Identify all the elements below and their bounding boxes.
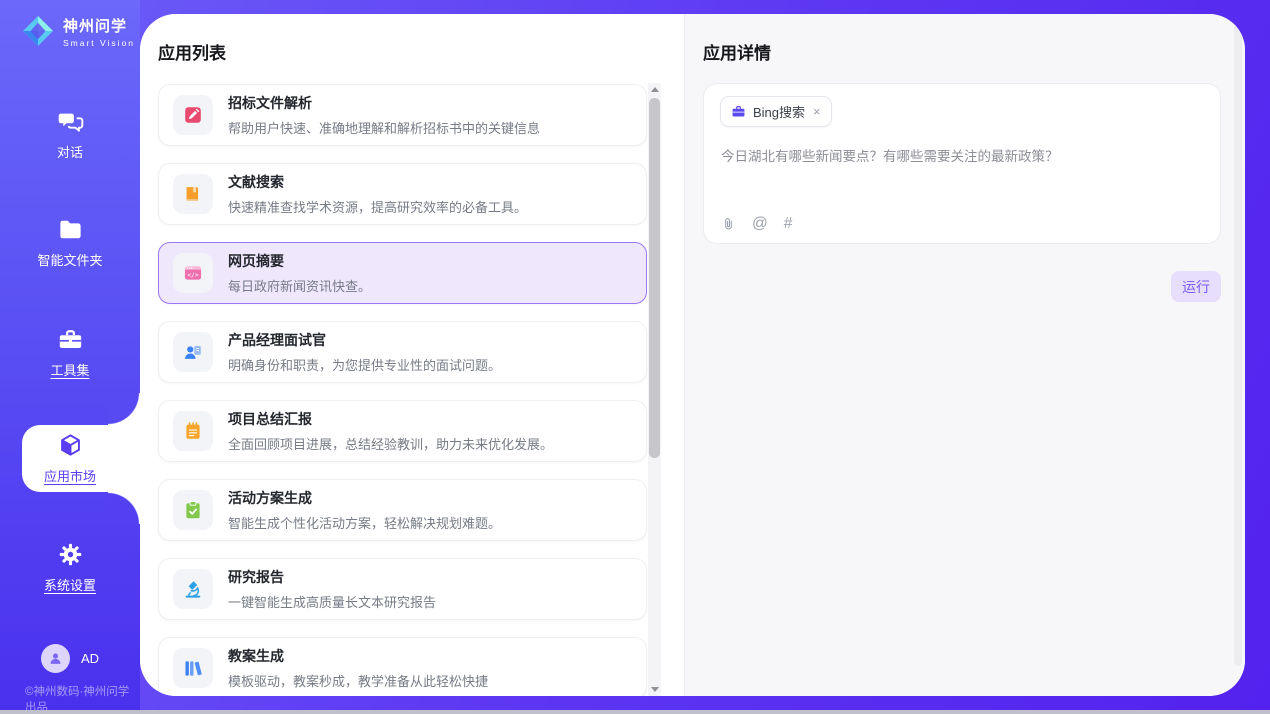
sidebar-item-label: 应用市场 (44, 466, 96, 485)
prompt-input[interactable]: Bing搜索 × 今日湖北有哪些新闻要点？有哪些需要关注的最新政策？ @ # (703, 83, 1221, 244)
avatar (41, 644, 70, 673)
sidebar-item-label: 工具集 (50, 360, 89, 379)
main-content: 应用列表 招标文件解析 帮助用户快速、准确地理解和解析招标书中的关键信息 文献搜… (140, 14, 1245, 696)
scrollbar-thumb[interactable] (649, 98, 660, 458)
query-text[interactable]: 今日湖北有哪些新闻要点？有哪些需要关注的最新政策？ (721, 147, 1205, 167)
chip-close-icon[interactable]: × (812, 104, 822, 119)
briefcase-icon (731, 104, 746, 119)
user-account[interactable]: AD (0, 644, 140, 673)
detail-scrollbar-track[interactable] (1234, 22, 1242, 666)
scroll-down-button[interactable] (648, 683, 661, 696)
app-desc: 明确身份和职责，为您提供专业性的面试问题。 (228, 355, 501, 374)
chat-icon (57, 108, 84, 135)
app-card[interactable]: 文献搜索 快速精准查找学术资源，提高研究效率的必备工具。 (158, 163, 647, 225)
tool-chip-bing-search[interactable]: Bing搜索 × (720, 96, 832, 127)
sidebar-item-app-market[interactable]: 应用市场 (0, 432, 140, 486)
triangle-up-icon (651, 87, 659, 92)
app-list-panel: 应用列表 招标文件解析 帮助用户快速、准确地理解和解析招标书中的关键信息 文献搜… (140, 14, 684, 696)
app-list: 招标文件解析 帮助用户快速、准确地理解和解析招标书中的关键信息 文献搜索 快速精… (158, 84, 647, 696)
sidebar-item-toolset[interactable]: 工具集 (0, 326, 140, 380)
app-card[interactable]: </> 网页摘要 每日政府新闻资讯快查。 (158, 242, 647, 304)
app-card[interactable]: 活动方案生成 智能生成个性化活动方案，轻松解决规划难题。 (158, 479, 647, 541)
brand-name: 神州问学 (63, 15, 135, 36)
gear-icon (57, 541, 84, 568)
folder-icon (57, 216, 84, 243)
paperclip-icon[interactable] (721, 216, 736, 232)
cube-icon (57, 432, 84, 459)
book-icon (173, 174, 213, 214)
sidebar-item-label: 系统设置 (44, 575, 96, 594)
topic-icon[interactable]: # (784, 216, 793, 232)
app-title: 招标文件解析 (228, 93, 540, 113)
toolbox-icon (57, 326, 84, 353)
app-desc: 一键智能生成高质量长文本研究报告 (228, 592, 436, 611)
app-title: 文献搜索 (228, 172, 527, 192)
app-desc: 模板驱动，教案秒成，教学准备从此轻松快捷 (228, 671, 488, 690)
svg-text:</>: </> (187, 271, 199, 279)
list-scrollbar[interactable] (648, 83, 661, 696)
app-list-title: 应用列表 (158, 39, 226, 64)
app-desc: 智能生成个性化活动方案，轻松解决规划难题。 (228, 513, 501, 532)
sidebar-item-settings[interactable]: 系统设置 (0, 541, 140, 595)
user-initials: AD (81, 651, 99, 666)
run-button[interactable]: 运行 (1171, 271, 1221, 302)
app-detail-title: 应用详情 (703, 39, 771, 64)
app-title: 网页摘要 (228, 251, 371, 271)
app-detail-panel: 应用详情 Bing搜索 × 今日湖北有哪些新闻要点？有哪些需要关注的最新政策？ … (684, 14, 1245, 696)
scroll-up-button[interactable] (648, 83, 661, 96)
tool-chip-label: Bing搜索 (753, 102, 805, 121)
app-title: 研究报告 (228, 567, 436, 587)
brand-subtitle: Smart Vision (63, 38, 135, 48)
triangle-down-icon (651, 687, 659, 692)
sidebar-item-smart-folders[interactable]: 智能文件夹 (0, 216, 140, 270)
app-logo: 神州问学 Smart Vision (20, 13, 135, 49)
sidebar: 神州问学 Smart Vision 对话 智能文件夹 工具集 (0, 0, 140, 714)
clipboard-check-icon (173, 490, 213, 530)
sidebar-item-label: 对话 (57, 142, 83, 161)
input-toolbar: @ # (721, 216, 792, 232)
app-card[interactable]: 研究报告 一键智能生成高质量长文本研究报告 (158, 558, 647, 620)
app-card[interactable]: 教案生成 模板驱动，教案秒成，教学准备从此轻松快捷 (158, 637, 647, 696)
sidebar-item-chat[interactable]: 对话 (0, 108, 140, 162)
app-title: 产品经理面试官 (228, 330, 501, 350)
app-title: 活动方案生成 (228, 488, 501, 508)
pen-square-icon (173, 95, 213, 135)
app-desc: 快速精准查找学术资源，提高研究效率的必备工具。 (228, 197, 527, 216)
microscope-icon (173, 569, 213, 609)
app-desc: 帮助用户快速、准确地理解和解析招标书中的关键信息 (228, 118, 540, 137)
sidebar-item-label: 智能文件夹 (37, 250, 102, 269)
active-nav-scoop-bottom (108, 492, 140, 524)
app-title: 教案生成 (228, 646, 488, 666)
browser-code-icon: </> (173, 253, 213, 293)
app-card[interactable]: 产品经理面试官 明确身份和职责，为您提供专业性的面试问题。 (158, 321, 647, 383)
notepad-icon (173, 411, 213, 451)
brand-diamond-icon (20, 13, 56, 49)
user-icon (47, 650, 64, 667)
books-icon (173, 648, 213, 688)
app-title: 项目总结汇报 (228, 409, 553, 429)
active-nav-scoop-top (108, 393, 140, 425)
interviewer-icon (173, 332, 213, 372)
app-desc: 每日政府新闻资讯快查。 (228, 276, 371, 295)
app-desc: 全面回顾项目进展，总结经验教训，助力未来优化发展。 (228, 434, 553, 453)
mention-icon[interactable]: @ (752, 216, 768, 232)
app-card[interactable]: 项目总结汇报 全面回顾项目进展，总结经验教训，助力未来优化发展。 (158, 400, 647, 462)
app-card[interactable]: 招标文件解析 帮助用户快速、准确地理解和解析招标书中的关键信息 (158, 84, 647, 146)
window-bottom-edge (0, 710, 1270, 714)
